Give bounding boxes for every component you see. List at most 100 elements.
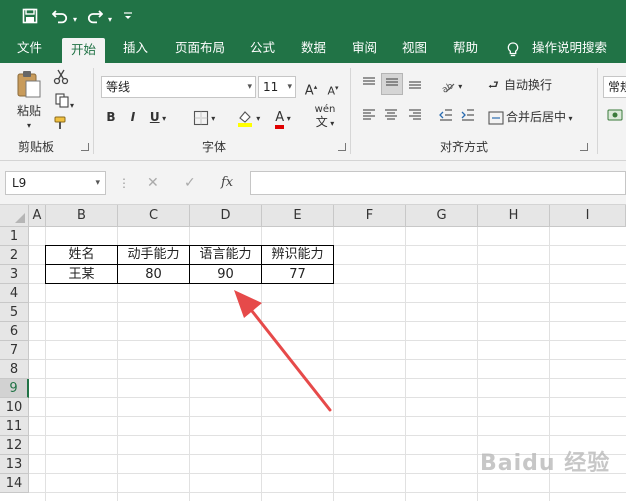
insert-function-button[interactable]: fx	[221, 173, 233, 193]
cell-c2[interactable]: 动手能力	[118, 245, 189, 264]
cell-b2[interactable]: 姓名	[46, 245, 117, 264]
increase-font-size-icon[interactable]: A▴	[302, 77, 320, 101]
tab-insert[interactable]: 插入	[123, 35, 148, 63]
row-header-2[interactable]: 2	[0, 246, 29, 265]
align-center-icon[interactable]	[381, 107, 401, 129]
column-header-a[interactable]: A	[29, 205, 46, 227]
row-header-1[interactable]: 1	[0, 227, 29, 246]
cell-d2[interactable]: 语言能力	[190, 245, 261, 264]
align-top-icon[interactable]	[359, 75, 379, 97]
watermark: Baidu 经验	[480, 451, 611, 476]
fill-color-icon[interactable]: ▾	[231, 107, 265, 129]
tab-page-layout[interactable]: 页面布局	[175, 35, 225, 63]
tab-review[interactable]: 审阅	[352, 35, 377, 63]
number-format-value: 常规	[608, 80, 626, 94]
underline-button[interactable]: U ▾	[147, 107, 169, 129]
font-launcher-icon[interactable]	[338, 143, 346, 151]
italic-button[interactable]: I	[125, 107, 141, 127]
column-header-f[interactable]: F	[334, 205, 406, 227]
tell-me-search[interactable]: 操作说明搜索	[532, 35, 607, 63]
select-all-button[interactable]	[0, 205, 29, 227]
cell-e2[interactable]: 辨识能力	[262, 245, 333, 264]
cell-d3[interactable]: 90	[190, 265, 261, 284]
cancel-icon[interactable]: ✕	[147, 173, 159, 193]
save-icon[interactable]	[20, 8, 40, 28]
font-name-combo[interactable]: 等线 ▾	[101, 76, 256, 98]
customize-qat-icon[interactable]	[122, 10, 134, 28]
row-header-14[interactable]: 14	[0, 474, 29, 493]
font-color-button[interactable]: A ▾	[268, 107, 298, 129]
wrap-text-button[interactable]: ⮐ 自动换行	[488, 75, 568, 95]
tab-data[interactable]: 数据	[301, 35, 326, 63]
undo-icon[interactable]	[50, 8, 70, 28]
chevron-down-icon: ▾	[95, 178, 100, 188]
font-color-icon: A	[275, 111, 285, 129]
borders-icon[interactable]: ▾	[189, 107, 219, 129]
redo-icon[interactable]	[85, 8, 105, 28]
tab-home[interactable]: 开始	[62, 38, 106, 63]
copy-icon[interactable]: ▾	[51, 92, 77, 116]
phonetic-guide-button[interactable]: wén 文 ▾	[310, 104, 340, 130]
column-header-e[interactable]: E	[262, 205, 334, 227]
column-header-c[interactable]: C	[118, 205, 190, 227]
font-size-value: 11	[263, 80, 279, 94]
tab-help[interactable]: 帮助	[453, 35, 478, 63]
row-header-5[interactable]: 5	[0, 303, 29, 322]
align-left-icon[interactable]	[359, 107, 379, 129]
orientation-icon[interactable]: ab ▾	[436, 75, 466, 97]
cell-c3[interactable]: 80	[118, 265, 189, 284]
row-header-13[interactable]: 13	[0, 455, 29, 474]
column-header-b[interactable]: B	[46, 205, 118, 227]
row-header-4[interactable]: 4	[0, 284, 29, 303]
font-size-combo[interactable]: 11 ▾	[258, 76, 296, 98]
redo-dropdown-icon[interactable]: ▾	[106, 11, 114, 29]
wrap-text-icon: ⮐	[488, 78, 499, 92]
cell-e3[interactable]: 77	[262, 265, 333, 284]
row-header-12[interactable]: 12	[0, 436, 29, 455]
undo-dropdown-icon[interactable]: ▾	[71, 11, 79, 29]
clipboard-group-label: 剪贴板	[18, 140, 55, 154]
row-header-11[interactable]: 11	[0, 417, 29, 436]
row-header-8[interactable]: 8	[0, 360, 29, 379]
align-middle-icon[interactable]	[381, 73, 403, 95]
tab-formulas[interactable]: 公式	[250, 35, 275, 63]
formula-input[interactable]	[250, 171, 626, 195]
tab-file[interactable]: 文件	[17, 35, 42, 63]
clipboard-launcher-icon[interactable]	[81, 143, 89, 151]
cell-b3[interactable]: 王某	[46, 265, 117, 284]
formula-bar: L9 ▾ ⋮ ✕ ✓ fx	[0, 161, 626, 205]
svg-text:ab: ab	[440, 81, 455, 94]
cut-icon[interactable]	[51, 69, 71, 91]
increase-indent-icon[interactable]	[458, 107, 478, 129]
bold-button[interactable]: B	[103, 107, 119, 127]
name-box[interactable]: L9 ▾	[5, 171, 106, 195]
merge-center-button[interactable]: 合并后居中 ▾	[488, 107, 592, 129]
align-right-icon[interactable]	[405, 107, 425, 129]
row-header-6[interactable]: 6	[0, 322, 29, 341]
title-bar: ▾ ▾	[0, 0, 626, 35]
align-bottom-icon[interactable]	[405, 75, 425, 97]
enter-icon[interactable]: ✓	[184, 173, 196, 193]
lightbulb-icon[interactable]	[507, 42, 519, 58]
accounting-format-icon[interactable]	[606, 107, 624, 129]
row-header-10[interactable]: 10	[0, 398, 29, 417]
tab-view[interactable]: 视图	[402, 35, 427, 63]
column-header-i[interactable]: I	[550, 205, 626, 227]
row-header-7[interactable]: 7	[0, 341, 29, 360]
name-box-value: L9	[12, 176, 27, 190]
row-header-9[interactable]: 9	[0, 379, 29, 398]
paste-dropdown-icon[interactable]: ▾	[24, 116, 34, 136]
decrease-font-size-icon[interactable]: A▾	[324, 78, 342, 102]
row-header-3[interactable]: 3	[0, 265, 29, 284]
ribbon: 粘贴 ▾ ▾ 剪贴板 等线 ▾ 11 ▾ A▴ A▾ B I U ▾ ▾ ▾ A…	[0, 63, 626, 161]
alignment-launcher-icon[interactable]	[580, 143, 588, 151]
number-format-combo[interactable]: 常规	[603, 76, 626, 98]
column-header-h[interactable]: H	[478, 205, 550, 227]
format-painter-icon[interactable]	[51, 115, 71, 137]
decrease-indent-icon[interactable]	[436, 107, 456, 129]
more-icon: ⋮	[118, 176, 130, 190]
ribbon-tab-bar: 文件 开始 插入 页面布局 公式 数据 审阅 视图 帮助 操作说明搜索	[0, 35, 626, 63]
column-header-g[interactable]: G	[406, 205, 478, 227]
column-header-d[interactable]: D	[190, 205, 262, 227]
paste-icon[interactable]	[14, 69, 44, 99]
